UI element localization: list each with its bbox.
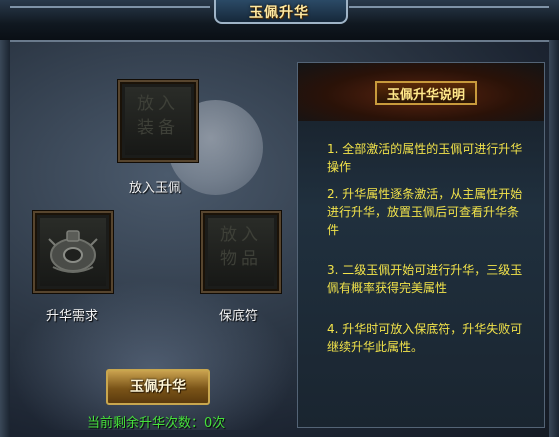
frame-left (0, 40, 10, 437)
title-bar-ornament (10, 6, 210, 16)
help-panel: 玉佩升华说明 1. 全部激活的属性的玉佩可进行升华操作 2. 升华属性逐条激活，… (297, 62, 545, 428)
title-bar-ornament (349, 6, 549, 16)
jade-upgrade-window: 玉佩升华 放入装备 放入玉佩 升华需求 放入物品 保底符 玉佩升华 当前剩余升华… (0, 0, 559, 437)
help-note: 3. 二级玉佩开始可进行升华，三级玉佩有概率获得完美属性 (327, 263, 523, 295)
help-title: 玉佩升华说明 (386, 88, 465, 103)
jade-slot-placeholder: 放入装备 (137, 94, 179, 138)
window-title: 玉佩升华 (249, 5, 309, 21)
jade-slot[interactable]: 放入装备 (118, 80, 198, 162)
requirement-slot-label: 升华需求 (46, 309, 99, 324)
frame-right (549, 40, 559, 437)
upgrade-button[interactable]: 玉佩升华 (106, 369, 210, 405)
protect-slot-label: 保底符 (219, 309, 259, 324)
help-note: 1. 全部激活的属性的玉佩可进行升华操作 (327, 142, 523, 174)
requirement-slot[interactable] (33, 211, 113, 293)
protect-slot-placeholder: 放入物品 (220, 225, 262, 269)
help-note: 4. 升华时可放入保底符，升华失败可继续升华此属性。 (327, 322, 523, 354)
protect-charm-slot[interactable]: 放入物品 (201, 211, 281, 293)
jade-ornament-icon (48, 230, 98, 273)
jade-slot-label: 放入玉佩 (129, 181, 182, 196)
remaining-count-text: 当前剩余升华次数：0次 (87, 416, 226, 431)
help-note: 2. 升华属性逐条激活，从主属性开始进行升华，放置玉佩后可查看升华条件 (327, 187, 523, 237)
mist-background (10, 280, 295, 430)
